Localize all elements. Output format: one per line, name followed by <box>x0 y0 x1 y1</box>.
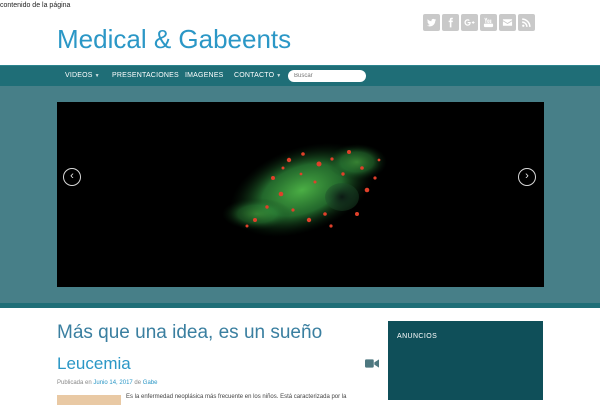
post-thumbnail[interactable] <box>57 395 121 405</box>
twitter-button[interactable] <box>423 14 440 31</box>
nav-item-label: VIDEOS <box>65 72 93 79</box>
video-camera-icon <box>365 356 379 368</box>
nav-item-label: PRESENTACIONES <box>112 72 179 79</box>
nav-item-label: IMAGENES <box>185 72 224 79</box>
slide-image <box>222 142 387 238</box>
chevron-left-icon: ‹ <box>70 170 74 182</box>
email-icon <box>502 19 513 26</box>
chevron-right-icon: › <box>525 170 529 182</box>
image-slider[interactable]: ‹ › <box>57 102 544 287</box>
site-title[interactable]: Medical & Gabeents <box>57 24 291 55</box>
page-heading: Más que una idea, es un sueño <box>57 322 323 343</box>
rss-button[interactable] <box>518 14 535 31</box>
social-links <box>423 14 535 31</box>
twitter-icon <box>427 18 437 27</box>
nav-item-contacto[interactable]: CONTACTO ▼ <box>234 66 281 86</box>
meta-prefix: Publicada en <box>57 380 92 386</box>
sidebar-title: ANUNCIOS <box>397 333 438 340</box>
main-navigation: VIDEOS ▼ PRESENTACIONES IMAGENES CONTACTO… <box>0 65 600 87</box>
sidebar-widget: ANUNCIOS <box>388 321 543 400</box>
google-plus-icon <box>464 19 475 26</box>
youtube-button[interactable] <box>480 14 497 31</box>
facebook-button[interactable] <box>442 14 459 31</box>
email-button[interactable] <box>499 14 516 31</box>
nav-item-label: CONTACTO <box>234 72 275 79</box>
post-meta: Publicada en Junio 14, 2017 de Gabe <box>57 380 157 386</box>
facebook-icon <box>448 17 453 28</box>
slider-prev-button[interactable]: ‹ <box>63 168 81 186</box>
youtube-icon <box>483 17 494 28</box>
google-plus-button[interactable] <box>461 14 478 31</box>
meta-by: de <box>134 380 142 386</box>
search-input[interactable] <box>288 70 366 82</box>
nav-item-imagenes[interactable]: IMAGENES <box>185 66 224 86</box>
post-date-link[interactable]: Junio 14, 2017 <box>93 380 132 386</box>
chevron-down-icon: ▼ <box>94 73 100 79</box>
rss-icon <box>522 18 531 27</box>
band-divider <box>0 303 600 308</box>
post-title-link[interactable]: Leucemia <box>57 354 131 374</box>
post-author-link[interactable]: Gabe <box>143 380 158 386</box>
chevron-down-icon: ▼ <box>276 73 282 79</box>
post-excerpt: Es la enfermedad neoplásica más frecuent… <box>126 394 347 400</box>
slider-next-button[interactable]: › <box>518 168 536 186</box>
skip-to-content-link[interactable]: contenido de la página <box>0 2 70 9</box>
nav-item-presentaciones[interactable]: PRESENTACIONES <box>112 66 179 86</box>
nav-item-videos[interactable]: VIDEOS ▼ <box>65 66 100 86</box>
